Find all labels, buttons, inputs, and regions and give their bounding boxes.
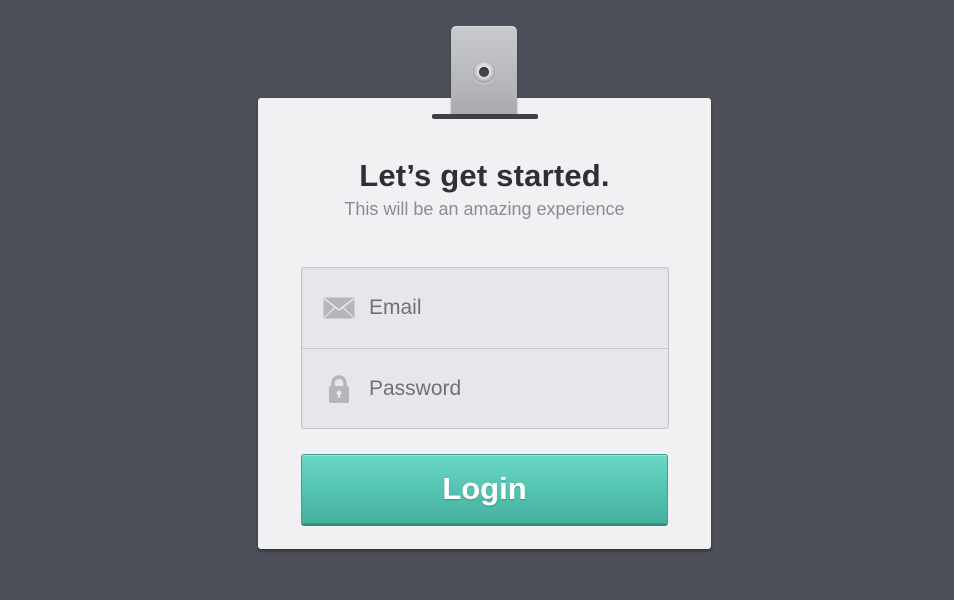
email-row xyxy=(302,268,668,348)
badge-clip xyxy=(451,26,517,116)
password-row xyxy=(302,348,668,428)
clip-bar xyxy=(432,114,538,119)
lock-icon xyxy=(323,349,355,428)
credentials-fields xyxy=(301,267,669,429)
card-subtitle: This will be an amazing experience xyxy=(344,199,625,219)
login-card: Let’s get started. This will be an amazi… xyxy=(258,98,711,549)
clip-grommet-icon xyxy=(473,61,495,83)
email-input[interactable] xyxy=(369,268,649,348)
password-input[interactable] xyxy=(369,349,649,428)
envelope-icon xyxy=(323,268,355,348)
card-title: Let’s get started. xyxy=(359,158,610,193)
login-button[interactable]: Login xyxy=(301,454,668,524)
